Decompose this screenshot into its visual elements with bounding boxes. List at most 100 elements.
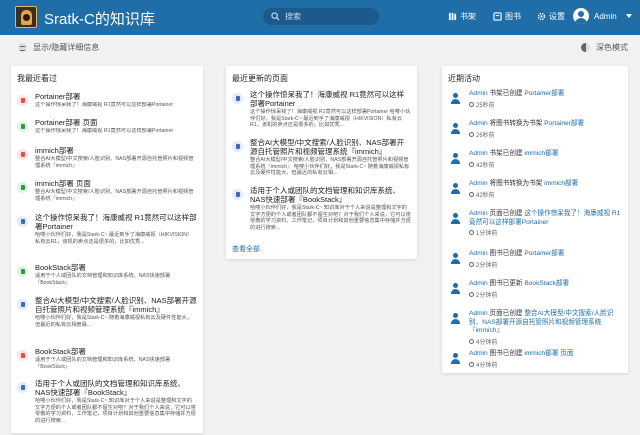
list-item[interactable]: 这个操作惊呆我了！海康威视 R1竟然可以这样部署Portainer 这个操作惊呆… (232, 90, 411, 129)
list-item[interactable]: 整合AI大模型/中文搜索/人脸识别、NAS部署开源自托管照片和视频管理系统『im… (17, 296, 197, 328)
list-icon (18, 43, 27, 52)
nav-books[interactable]: 图书 (493, 11, 521, 22)
item-title[interactable]: 这个操作惊呆我了！海康威视 R1竟然可以这样部署Portainer (250, 90, 411, 108)
search-icon (271, 12, 280, 21)
page-icon (232, 189, 243, 200)
activity-target[interactable]: Portainer部署 (544, 120, 584, 127)
activity-user[interactable]: Admin (469, 250, 488, 257)
list-item[interactable]: 整合AI大模型/中文搜索/人脸识别、NAS部署开源自托管照片和视频管理系统『im… (232, 138, 411, 177)
list-item[interactable]: 这个操作惊呆我了！海康威视 R1竟然可以这样部署Portainer 哈喽小伙伴们… (17, 213, 197, 245)
recently-viewed-title: 我最近看过 (17, 74, 57, 83)
item-title[interactable]: immich部署 (35, 146, 197, 155)
activity-time: 2分钟前 (476, 262, 498, 269)
activity-item: Admin 将图书转换为书架 Portainer部署 26秒前 (450, 120, 622, 139)
list-item[interactable]: Portainer部署 这个操作惊呆我了！海康威视 R1竟然可以这样部署Port… (17, 92, 197, 109)
activity-action: 图书已更新 (487, 280, 525, 287)
toggle-details-button[interactable]: 显示/隐藏详细信息 (18, 42, 99, 53)
item-title[interactable]: 整合AI大模型/中文搜索/人脸识别、NAS部署开源自托管照片和视频管理系统『im… (35, 296, 197, 314)
activity-action: 页面已创建 (487, 210, 525, 217)
activity-target[interactable]: immich部署 (524, 150, 558, 157)
toggle-details-label: 显示/隐藏详细信息 (33, 43, 100, 52)
clock-icon (469, 261, 474, 267)
clock-icon (469, 361, 474, 367)
item-title[interactable]: immich部署 页面 (35, 179, 197, 188)
item-desc: 整合AI大模型/中文搜索/人脸识别、NAS部署开源自托管照片和视频管理系统『im… (35, 189, 194, 202)
item-desc: 哈喽小伙伴们好，我是Stark-C~ 知识库对于个人来说是整理和文字的文字方便的… (35, 398, 196, 424)
bookshelf-icon (17, 350, 28, 361)
list-item[interactable]: 适用于个人或团队的文档管理和知识库系统、NAS快速部署『BookStack』 哈… (17, 379, 197, 424)
activity-target[interactable]: Portainer部署 (524, 90, 564, 97)
activity-user[interactable]: Admin (469, 310, 488, 317)
activity-item: Admin 书架已创建 Portainer部署 25秒前 (450, 90, 622, 109)
nav-bookshelves[interactable]: 书架 (448, 11, 476, 22)
item-desc: 整合AI大模型/中文搜索/人脸识别、NAS部署开源自托管照片和视频管理系统『im… (250, 157, 410, 177)
list-item[interactable]: immich部署 整合AI大模型/中文搜索/人脸识别、NAS部署开源自托管照片和… (17, 146, 197, 169)
activity-target[interactable]: immich部署 (544, 180, 578, 187)
activity-time: 4分钟前 (476, 339, 498, 346)
item-title[interactable]: Portainer部署 (35, 92, 197, 101)
item-title[interactable]: 适用于个人或团队的文档管理和知识库系统、NAS快速部署『BookStack』 (35, 379, 197, 397)
item-title[interactable]: 整合AI大模型/中文搜索/人脸识别、NAS部署开源自托管照片和视频管理系统『im… (250, 138, 411, 156)
item-desc: 哈喽小伙伴们好，我是Stark-C~ 最近到手了海康威视（HIKVISION）私… (35, 232, 193, 245)
bookshelf-icon (17, 95, 28, 106)
dark-mode-button[interactable]: 深色模式 (581, 42, 628, 53)
activity-item: Admin 书架已创建 immich部署 42秒前 (450, 150, 622, 169)
item-title[interactable]: 适用于个人或团队的文档管理和知识库系统、NAS快速部署『BookStack』 (250, 186, 411, 204)
gear-icon (537, 12, 546, 21)
activity-item: Admin 图书已创建 Portainer部署 2分钟前 (450, 250, 622, 269)
activity-action: 书架已创建 (487, 150, 525, 157)
nav-books-label: 图书 (505, 12, 521, 21)
item-title[interactable]: BookStack部署 (35, 263, 197, 272)
activity-target[interactable]: immich部署 页面 (524, 350, 573, 357)
activity-action: 将图书转换为书架 (487, 180, 545, 187)
list-item[interactable]: Portainer部署 页面 这个操作惊呆我了！海康威视 R1竟然可以这样部署P… (17, 118, 197, 135)
contrast-icon (581, 43, 590, 52)
activity-user[interactable]: Admin (469, 90, 488, 97)
user-avatar[interactable] (573, 8, 589, 24)
item-title[interactable]: BookStack部署 (35, 347, 197, 356)
activity-time: 4分钟前 (476, 362, 498, 369)
user-icon (450, 123, 461, 134)
book-icon (17, 266, 28, 277)
item-desc: 这个操作惊呆我了！海康威视 R1竟然可以这样部署Portainer (35, 128, 174, 134)
activity-item: Admin 图书已更新 BookStack部署 2分钟前 (450, 280, 622, 299)
activity-action: 图书已创建 (487, 250, 525, 257)
activity-target[interactable]: Portainer部署 (524, 250, 564, 257)
list-item[interactable]: BookStack部署 适用于个人或团队的文档管理和知识库系统、NAS快速部署『… (17, 263, 197, 286)
bookshelf-icon (448, 12, 457, 21)
book-icon (17, 121, 28, 132)
chevron-down-icon[interactable] (626, 14, 632, 18)
activity-user[interactable]: Admin (469, 210, 488, 217)
page-icon (232, 93, 243, 104)
search-input[interactable]: 搜索 (263, 8, 379, 25)
site-title[interactable]: Sratk-C的知识库 (44, 8, 155, 29)
recently-viewed-card: 我最近看过 Portainer部署 这个操作惊呆我了！海康威视 R1竟然可以这样… (11, 66, 203, 433)
item-desc: 适用于个人或团队的文档管理和知识库系统、NAS快速部署『BookStack』 (35, 273, 171, 286)
activity-item: Admin 页面已创建 这个操作惊呆我了！海康威视 R1竟然可以这样部署Port… (450, 210, 622, 237)
activity-time: 42秒前 (476, 162, 495, 169)
activity-user[interactable]: Admin (469, 350, 488, 357)
list-item[interactable]: immich部署 页面 整合AI大模型/中文搜索/人脸识别、NAS部署开源自托管… (17, 179, 197, 202)
item-desc: 哈喽小伙伴们好，我是Stark-C~ 随着海康威视私有云及硬件性能大，但最近的私… (35, 315, 192, 328)
nav-settings-label: 设置 (549, 12, 565, 21)
activity-user[interactable]: Admin (469, 150, 488, 157)
clock-icon (469, 131, 474, 137)
site-logo[interactable] (15, 6, 37, 28)
activity-target[interactable]: BookStack部署 (524, 280, 569, 287)
list-item[interactable]: BookStack部署 适用于个人或团队的文档管理和知识库系统、NAS快速部署『… (17, 347, 197, 370)
item-title[interactable]: 这个操作惊呆我了！海康威视 R1竟然可以这样部署Portainer (35, 213, 197, 231)
user-icon (450, 213, 461, 224)
user-name[interactable]: Admin (594, 12, 617, 21)
activity-user[interactable]: Admin (469, 120, 488, 127)
item-title[interactable]: Portainer部署 页面 (35, 118, 197, 127)
activity-time: 2分钟前 (476, 292, 498, 299)
view-all-link[interactable]: 查看全部 (232, 244, 260, 254)
clock-icon (469, 291, 474, 297)
activity-user[interactable]: Admin (469, 180, 488, 187)
search-placeholder: 搜索 (285, 12, 301, 21)
user-icon (450, 283, 461, 294)
nav-settings[interactable]: 设置 (537, 11, 565, 22)
book-icon (17, 182, 28, 193)
activity-user[interactable]: Admin (469, 280, 488, 287)
list-item[interactable]: 适用于个人或团队的文档管理和知识库系统、NAS快速部署『BookStack』 哈… (232, 186, 411, 231)
